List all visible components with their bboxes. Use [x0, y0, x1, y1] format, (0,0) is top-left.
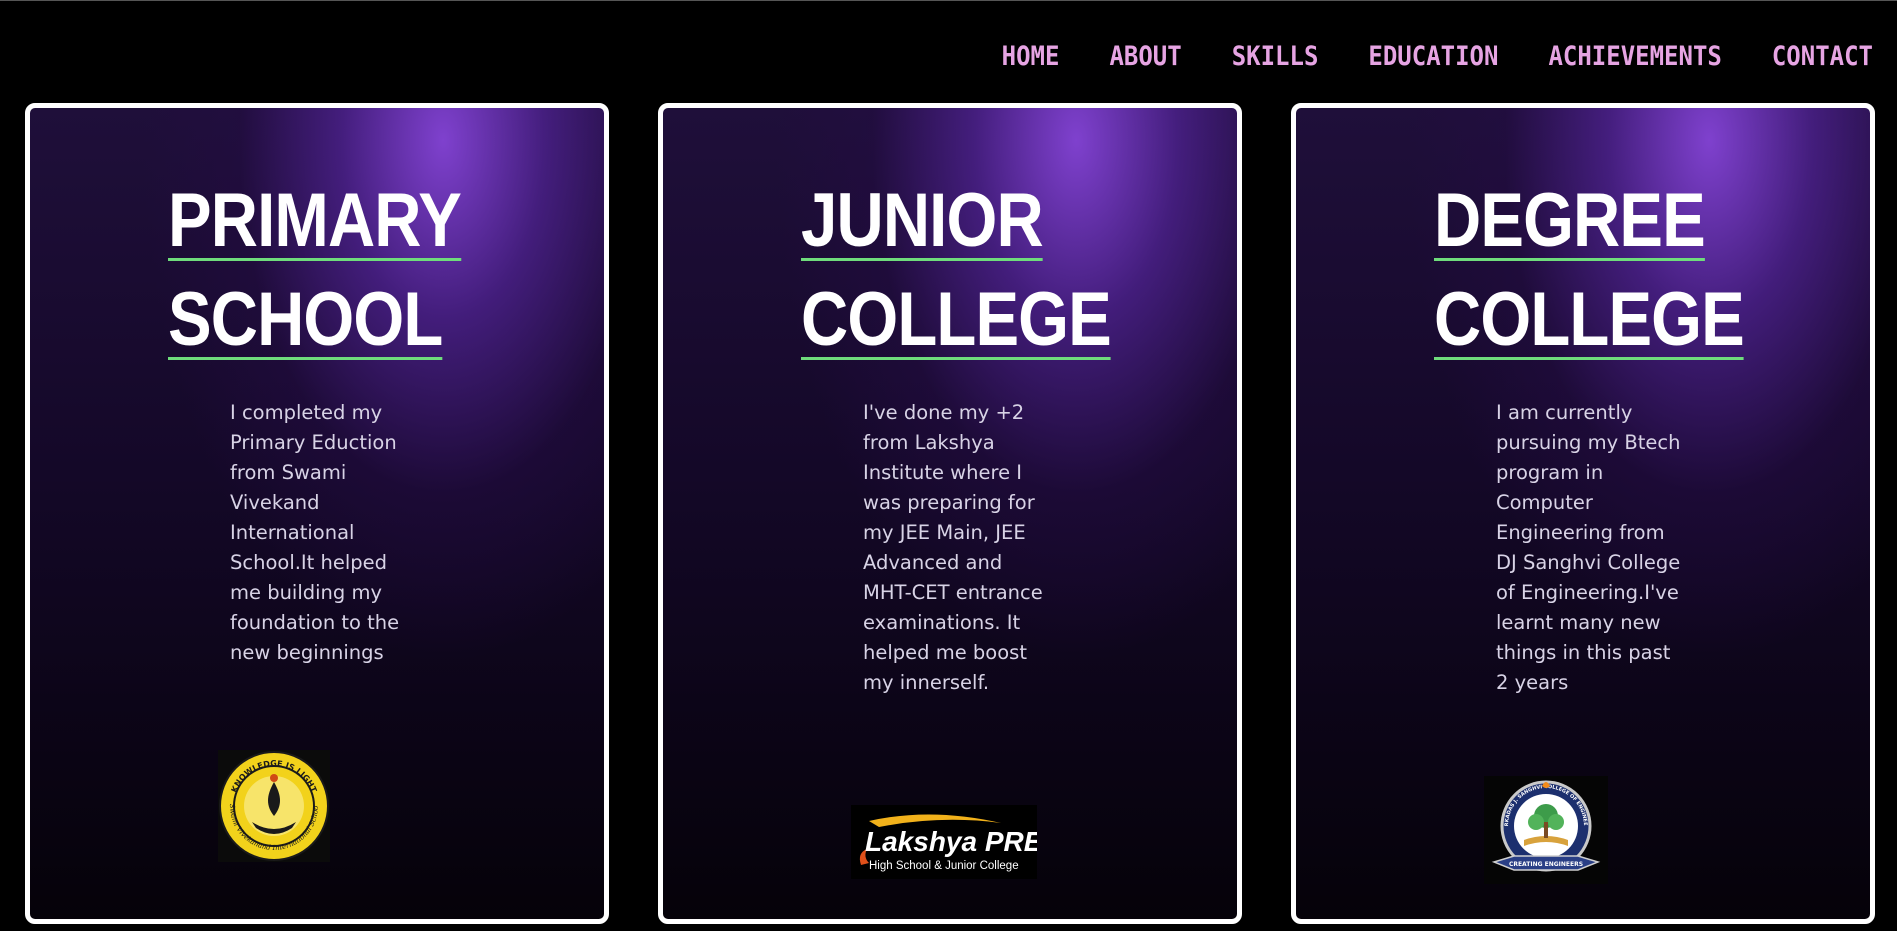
college-crest-icon: DWARKADAS J. SANGHVI COLLEGE OF ENGINEER…	[1481, 772, 1608, 884]
card-title-line2: COLLEGE	[1434, 277, 1745, 362]
nav-skills[interactable]: SKILLS	[1232, 36, 1319, 76]
card-title: PRIMARY SCHOOL	[168, 176, 462, 374]
card-title-line2: COLLEGE	[801, 277, 1112, 362]
card-title-line1: PRIMARY	[168, 178, 462, 263]
nav-home[interactable]: HOME	[1002, 36, 1060, 76]
card-title-line1: JUNIOR	[801, 178, 1044, 263]
top-border-line	[0, 0, 1897, 1]
card-title-line1: DEGREE	[1434, 178, 1706, 263]
card-description: I completed my Primary Eduction from Swa…	[230, 401, 400, 664]
svg-text:CREATING ENGINEERS: CREATING ENGINEERS	[1509, 861, 1583, 868]
school-emblem-icon: KNOWLEDGE IS LIGHT Swami Vivekanand Inte…	[217, 744, 330, 862]
card-title: DEGREE COLLEGE	[1434, 176, 1745, 374]
svg-text:Lakshya PREP: Lakshya PREP	[865, 826, 1037, 857]
nav-contact[interactable]: CONTACT	[1772, 36, 1873, 76]
education-card-primary-school: PRIMARY SCHOOL I completed my Primary Ed…	[25, 103, 609, 924]
main-nav: HOME ABOUT SKILLS EDUCATION ACHIEVEMENTS…	[952, 38, 1873, 74]
education-card-junior-college: JUNIOR COLLEGE I've done my +2 from Laks…	[658, 103, 1242, 924]
card-title-line2: SCHOOL	[168, 277, 443, 362]
education-card-degree-college: DEGREE COLLEGE I am currently pursuing m…	[1291, 103, 1875, 924]
card-description: I am currently pursuing my Btech program…	[1496, 401, 1681, 694]
svg-text:High School & Junior College: High School & Junior College	[869, 860, 1019, 872]
nav-about[interactable]: ABOUT	[1109, 36, 1181, 76]
card-title: JUNIOR COLLEGE	[801, 176, 1112, 374]
card-description: I've done my +2 from Lakshya Institute w…	[863, 401, 1043, 694]
nav-education[interactable]: EDUCATION	[1368, 36, 1498, 76]
lakshya-logo-icon: Lakshya PREP High School & Junior Colleg…	[851, 805, 1061, 879]
nav-achievements[interactable]: ACHIEVEMENTS	[1548, 36, 1721, 76]
